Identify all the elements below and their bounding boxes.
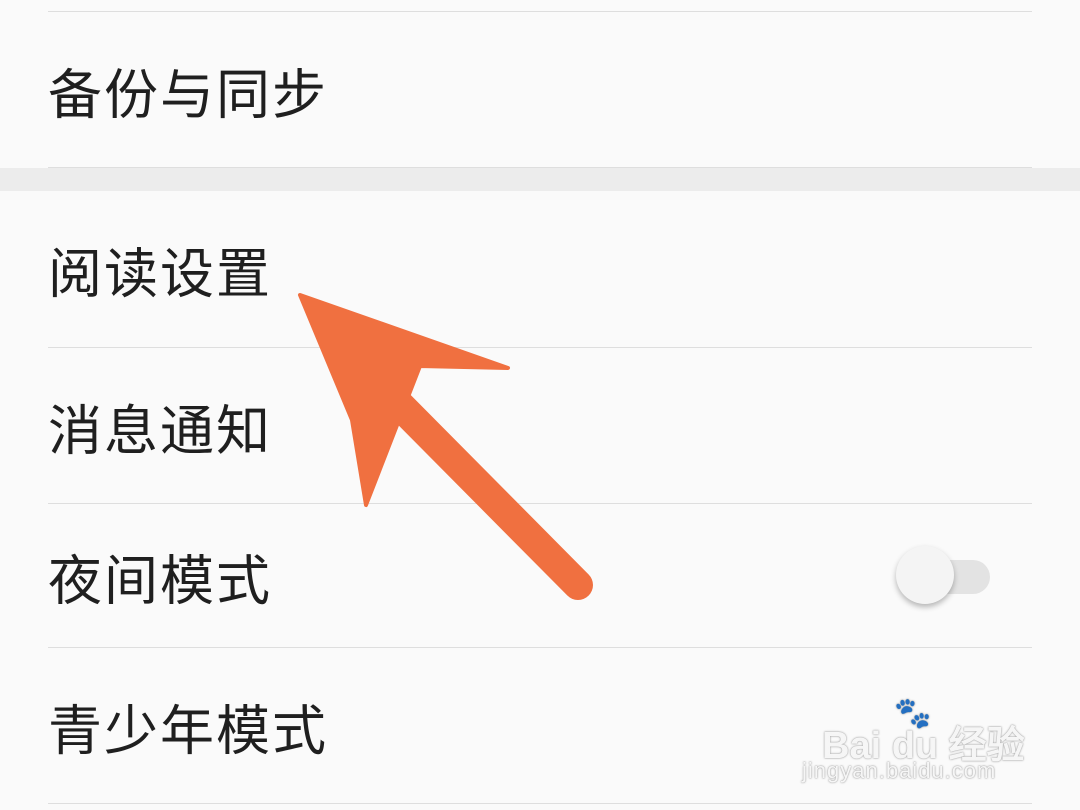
settings-item-label: 消息通知 (48, 399, 272, 462)
settings-item-label: 青少年模式 (48, 699, 328, 762)
baidu-jingyan-watermark: 🐾 Bai du 经验 jingyan.baidu.com (802, 696, 1025, 791)
settings-item-night-mode[interactable]: 夜间模式 (0, 504, 1080, 647)
settings-item-backup-sync[interactable]: 备份与同步 (0, 12, 1080, 167)
section-separator (0, 168, 1080, 191)
night-mode-toggle[interactable] (896, 545, 992, 606)
settings-item-reading[interactable]: 阅读设置 (0, 191, 1080, 347)
toggle-knob (896, 545, 954, 604)
settings-item-label: 夜间模式 (48, 549, 272, 612)
settings-screen: 备份与同步 阅读设置 消息通知 夜间模式 青少年模式 🐾 Bai du 经验 j… (0, 0, 1080, 810)
settings-item-label: 阅读设置 (48, 242, 272, 306)
divider (48, 803, 1032, 804)
settings-item-notifications[interactable]: 消息通知 (0, 348, 1080, 503)
watermark-url: jingyan.baidu.com (802, 758, 997, 783)
settings-item-label: 备份与同步 (48, 63, 328, 126)
